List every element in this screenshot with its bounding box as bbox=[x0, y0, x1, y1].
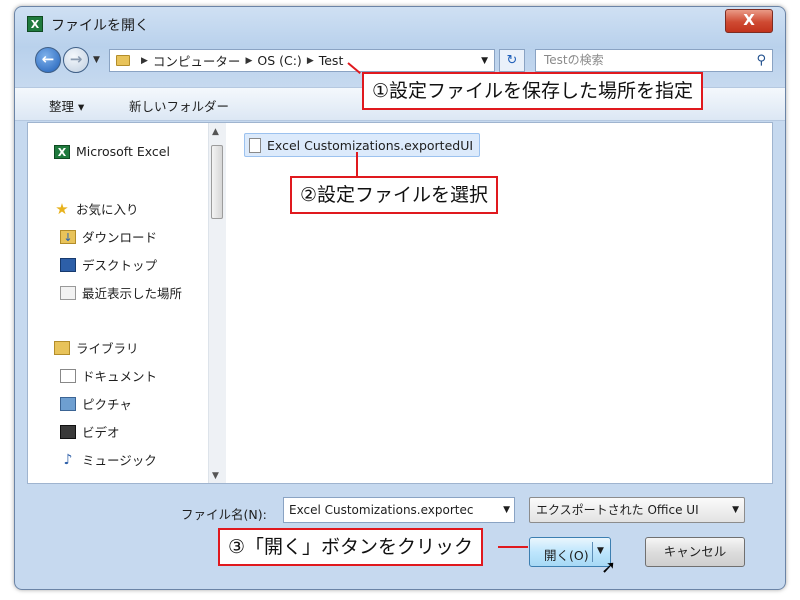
folder-icon bbox=[116, 55, 130, 66]
mouse-cursor-icon: ➚ bbox=[601, 557, 617, 578]
scroll-down-icon[interactable]: ▼ bbox=[212, 471, 219, 481]
search-placeholder: Testの検索 bbox=[544, 53, 604, 67]
sidebar-item-label: ミュージック bbox=[82, 453, 157, 468]
sidebar-item-microsoft-excel[interactable]: X Microsoft Excel bbox=[54, 144, 170, 159]
open-button[interactable]: 開く(O) ▼ bbox=[529, 537, 611, 567]
callout-arrow-2 bbox=[356, 152, 358, 176]
history-dropdown-icon[interactable]: ▼ bbox=[93, 55, 100, 65]
open-dropdown-icon[interactable]: ▼ bbox=[597, 546, 604, 556]
callout-step-1: ①設定ファイルを保存した場所を指定 bbox=[362, 72, 704, 110]
sidebar-item-label: 最近表示した場所 bbox=[82, 286, 183, 301]
filename-value: Excel Customizations.exportec bbox=[289, 503, 474, 517]
callout-step-3: ③「開く」ボタンをクリック bbox=[218, 528, 484, 566]
library-icon bbox=[54, 340, 70, 355]
filename-dropdown-icon[interactable]: ▼ bbox=[500, 498, 510, 522]
sidebar-item-label: ドキュメント bbox=[82, 369, 158, 384]
file-icon bbox=[249, 137, 261, 153]
callout-arrow-3 bbox=[498, 546, 528, 548]
close-icon: X bbox=[743, 11, 755, 29]
sidebar-item-label: ダウンロード bbox=[82, 230, 158, 245]
address-bar[interactable]: ▶ コンピューター ▶ OS (C:) ▶ Test ▼ bbox=[109, 49, 495, 72]
downloads-folder-icon: ↓ bbox=[60, 229, 76, 244]
excel-icon: X bbox=[54, 144, 70, 159]
sidebar-item-music[interactable]: ♪ ミュージック bbox=[60, 450, 157, 469]
back-button[interactable]: ← bbox=[35, 47, 61, 73]
sidebar-item-label: Microsoft Excel bbox=[76, 144, 170, 159]
title-bar: X ファイルを開く X bbox=[15, 7, 785, 39]
desktop-icon bbox=[60, 257, 76, 272]
dialog-title: ファイルを開く bbox=[51, 18, 149, 34]
search-input[interactable]: Testの検索 ⚲ bbox=[535, 49, 773, 72]
forward-button[interactable]: → bbox=[63, 47, 89, 73]
sidebar-item-favorites[interactable]: ★ お気に入り bbox=[54, 199, 139, 218]
sidebar-item-libraries[interactable]: ライブラリ bbox=[54, 338, 139, 357]
new-folder-button[interactable]: 新しいフォルダー bbox=[129, 96, 229, 115]
star-icon: ★ bbox=[55, 199, 69, 218]
sidebar-item-label: ライブラリ bbox=[76, 341, 139, 356]
open-button-label: 開く(O) bbox=[544, 548, 589, 563]
sidebar-item-videos[interactable]: ビデオ bbox=[60, 422, 120, 441]
sidebar-item-documents[interactable]: ドキュメント bbox=[60, 366, 157, 385]
cancel-button[interactable]: キャンセル bbox=[645, 537, 745, 567]
split-divider bbox=[592, 542, 593, 562]
sidebar-item-label: デスクトップ bbox=[82, 258, 158, 273]
organize-button[interactable]: 整理 ▾ bbox=[49, 96, 84, 115]
chevron-right-icon[interactable]: ▶ bbox=[307, 56, 314, 66]
back-arrow-icon: ← bbox=[41, 50, 55, 68]
refresh-icon: ↻ bbox=[506, 53, 518, 68]
excel-app-icon: X bbox=[27, 16, 43, 32]
chevron-right-icon[interactable]: ▶ bbox=[245, 56, 252, 66]
close-button[interactable]: X bbox=[725, 9, 773, 33]
search-icon[interactable]: ⚲ bbox=[756, 50, 766, 71]
filename-input[interactable]: Excel Customizations.exportec ▼ bbox=[283, 497, 515, 523]
recent-places-icon bbox=[60, 285, 76, 300]
filetype-select[interactable]: エクスポートされた Office UI ▼ bbox=[529, 497, 745, 523]
sidebar-item-label: ピクチャ bbox=[82, 397, 132, 412]
sidebar-item-label: ビデオ bbox=[82, 425, 120, 440]
file-name: Excel Customizations.exportedUI bbox=[267, 137, 474, 153]
picture-icon bbox=[60, 396, 76, 411]
sidebar-item-pictures[interactable]: ピクチャ bbox=[60, 394, 132, 413]
address-dropdown-icon[interactable]: ▼ bbox=[481, 56, 488, 66]
scroll-thumb[interactable] bbox=[211, 145, 223, 219]
music-icon: ♪ bbox=[63, 451, 73, 468]
breadcrumb-computer[interactable]: コンピューター bbox=[153, 51, 241, 70]
filetype-value: エクスポートされた Office UI bbox=[536, 503, 699, 517]
filename-label: ファイル名(N): bbox=[181, 507, 267, 522]
navigation-scrollbar[interactable]: ▲ ▼ bbox=[208, 123, 226, 483]
navigation-pane: X Microsoft Excel ★ お気に入り ↓ ダウンロード デスクトッ… bbox=[28, 123, 208, 483]
chevron-right-icon[interactable]: ▶ bbox=[141, 56, 148, 66]
callout-step-2: ②設定ファイルを選択 bbox=[290, 176, 499, 214]
video-icon bbox=[60, 424, 76, 439]
sidebar-item-downloads[interactable]: ↓ ダウンロード bbox=[60, 227, 157, 246]
file-item[interactable]: Excel Customizations.exportedUI bbox=[244, 133, 481, 157]
breadcrumb-test[interactable]: Test bbox=[319, 53, 344, 68]
forward-arrow-icon: → bbox=[69, 50, 83, 68]
filetype-dropdown-icon: ▼ bbox=[732, 505, 739, 515]
sidebar-item-recent-places[interactable]: 最近表示した場所 bbox=[60, 283, 206, 302]
sidebar-item-label: お気に入り bbox=[76, 202, 139, 217]
sidebar-item-desktop[interactable]: デスクトップ bbox=[60, 255, 157, 274]
refresh-button[interactable]: ↻ bbox=[499, 49, 525, 72]
scroll-up-icon[interactable]: ▲ bbox=[212, 127, 219, 137]
breadcrumb-drive[interactable]: OS (C:) bbox=[257, 53, 301, 68]
document-icon bbox=[60, 368, 76, 383]
